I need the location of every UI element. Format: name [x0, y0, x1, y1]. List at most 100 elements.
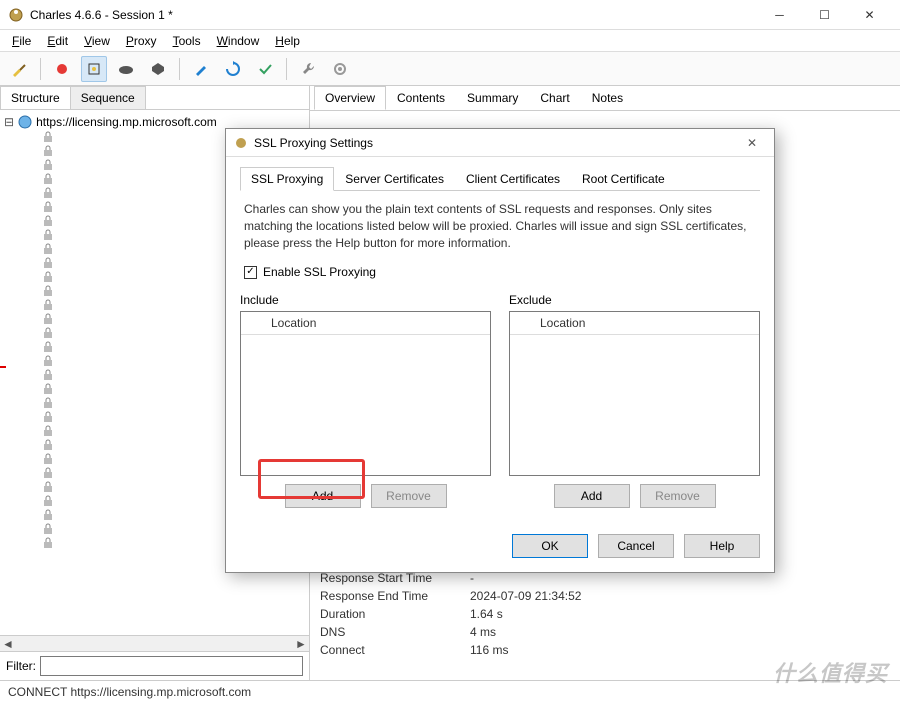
include-label: Include [240, 289, 491, 311]
menu-proxy[interactable]: Proxy [120, 32, 163, 50]
tab-sequence[interactable]: Sequence [70, 86, 146, 109]
lock-icon [42, 341, 54, 353]
include-list[interactable]: Location [240, 311, 491, 476]
ok-button[interactable]: OK [512, 534, 588, 558]
dialog-description: Charles can show you the plain text cont… [240, 191, 760, 261]
lock-icon [42, 131, 54, 143]
lock-icon [42, 425, 54, 437]
wrench-icon[interactable] [295, 56, 321, 82]
include-remove-button[interactable]: Remove [371, 484, 447, 508]
lock-icon [42, 383, 54, 395]
lock-icon [42, 509, 54, 521]
filter-label: Filter: [6, 659, 36, 673]
scroll-right-icon[interactable]: ► [293, 637, 309, 651]
globe-icon [18, 115, 32, 129]
dlg-tab-server[interactable]: Server Certificates [334, 167, 455, 191]
help-button[interactable]: Help [684, 534, 760, 558]
cancel-button[interactable]: Cancel [598, 534, 674, 558]
lock-icon [42, 495, 54, 507]
exclude-label: Exclude [509, 289, 760, 311]
lock-icon [42, 145, 54, 157]
lock-icon [42, 257, 54, 269]
refresh-icon[interactable] [220, 56, 246, 82]
menubar: File Edit View Proxy Tools Window Help [0, 30, 900, 52]
menu-window[interactable]: Window [211, 32, 266, 50]
lock-icon [42, 201, 54, 213]
exclude-header: Location [510, 312, 759, 335]
broom-icon[interactable] [6, 56, 32, 82]
detail-val: 1.64 s [470, 607, 890, 621]
detail-key: Response End Time [320, 589, 470, 603]
menu-file[interactable]: File [6, 32, 37, 50]
lock-icon [42, 215, 54, 227]
detail-key: Duration [320, 607, 470, 621]
lock-icon [42, 411, 54, 423]
exclude-add-button[interactable]: Add [554, 484, 630, 508]
lock-icon [42, 299, 54, 311]
menu-view[interactable]: View [78, 32, 116, 50]
detail-val: 116 ms [470, 643, 890, 657]
status-text: CONNECT https://licensing.mp.microsoft.c… [8, 685, 251, 699]
window-title: Charles 4.6.6 - Session 1 * [30, 8, 757, 22]
status-bar: CONNECT https://licensing.mp.microsoft.c… [0, 680, 900, 702]
tab-chart[interactable]: Chart [529, 86, 580, 110]
exclude-list[interactable]: Location [509, 311, 760, 476]
lock-icon [42, 537, 54, 549]
dlg-tab-client[interactable]: Client Certificates [455, 167, 571, 191]
gear-icon[interactable] [327, 56, 353, 82]
tab-contents[interactable]: Contents [386, 86, 456, 110]
titlebar: Charles 4.6.6 - Session 1 * ─ ☐ ✕ [0, 0, 900, 30]
lock-icon [42, 327, 54, 339]
lock-icon [42, 187, 54, 199]
maximize-button[interactable]: ☐ [802, 1, 847, 29]
enable-ssl-checkbox[interactable]: ✓ Enable SSL Proxying [240, 261, 760, 283]
lock-icon [42, 229, 54, 241]
tree-root-label: https://licensing.mp.microsoft.com [36, 115, 217, 129]
pen-icon[interactable] [188, 56, 214, 82]
tab-summary[interactable]: Summary [456, 86, 529, 110]
check-icon[interactable] [252, 56, 278, 82]
menu-tools[interactable]: Tools [167, 32, 207, 50]
dlg-tab-root[interactable]: Root Certificate [571, 167, 676, 191]
highlight-box [258, 459, 365, 499]
exclude-remove-button[interactable]: Remove [640, 484, 716, 508]
detail-val: 2024-07-09 21:34:52 [470, 589, 890, 603]
lock-icon [42, 271, 54, 283]
filter-row: Filter: [0, 651, 309, 680]
app-icon [234, 136, 248, 150]
lock-icon [42, 523, 54, 535]
checkbox-icon: ✓ [244, 266, 257, 279]
scroll-left-icon[interactable]: ◄ [0, 637, 16, 651]
menu-help[interactable]: Help [269, 32, 306, 50]
lock-icon [42, 313, 54, 325]
toolbar [0, 52, 900, 86]
lock-icon [42, 159, 54, 171]
tab-structure[interactable]: Structure [0, 86, 71, 109]
minimize-button[interactable]: ─ [757, 1, 802, 29]
app-icon [8, 7, 24, 23]
tab-notes[interactable]: Notes [581, 86, 634, 110]
record-icon[interactable] [49, 56, 75, 82]
breakpoint-icon[interactable] [145, 56, 171, 82]
filter-input[interactable] [40, 656, 303, 676]
turtle-icon[interactable] [113, 56, 139, 82]
menu-edit[interactable]: Edit [41, 32, 74, 50]
watermark: 什么值得买 [773, 656, 888, 688]
dialog-title: SSL Proxying Settings [254, 136, 738, 150]
detail-key: Response Start Time [320, 571, 470, 585]
enable-ssl-label: Enable SSL Proxying [263, 265, 376, 279]
include-header: Location [241, 312, 490, 335]
dialog-close-icon[interactable]: ✕ [738, 132, 766, 154]
tab-overview[interactable]: Overview [314, 86, 386, 110]
detail-val: - [470, 571, 890, 585]
hscroll[interactable]: ◄ ► [0, 635, 309, 651]
dlg-tab-ssl[interactable]: SSL Proxying [240, 167, 334, 191]
lock-icon [42, 243, 54, 255]
ssl-dialog: SSL Proxying Settings ✕ SSL Proxying Ser… [225, 128, 775, 573]
lock-icon [42, 467, 54, 479]
close-button[interactable]: ✕ [847, 1, 892, 29]
lock-icon [42, 481, 54, 493]
throttle-icon[interactable] [81, 56, 107, 82]
dialog-titlebar[interactable]: SSL Proxying Settings ✕ [226, 129, 774, 157]
lock-icon [42, 397, 54, 409]
